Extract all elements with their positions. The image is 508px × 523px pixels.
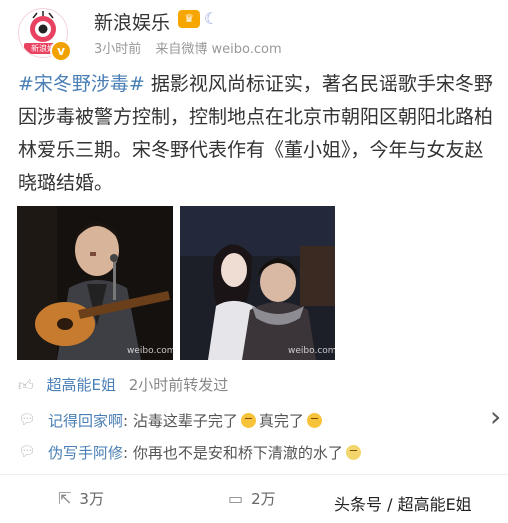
image-watermark-2: weibo.com (288, 346, 335, 356)
sad-emoji-icon (345, 445, 361, 460)
repost-row: 👍︎ 超高能E姐 2小时前转发过 (18, 374, 228, 395)
author-name[interactable]: 新浪娱乐 (94, 8, 170, 35)
post-time: 3小时前 (94, 42, 142, 57)
post-image-2[interactable]: weibo.com (180, 206, 335, 360)
toutiao-watermark: 头条号 / 超高能E姐 (334, 495, 472, 514)
comment-text: 沾毒这辈子完了 (132, 412, 238, 430)
comment-icon: ▭ (228, 489, 244, 508)
comment-bubble-icon: 💬︎ (18, 412, 36, 428)
comment-action[interactable]: ▭ 2万 (228, 488, 276, 509)
comment-bubble-icon: 💬︎ (18, 444, 36, 460)
singer-guitar-photo (17, 206, 173, 360)
comment-author[interactable]: 记得回家啊 (48, 412, 123, 430)
post-image-1[interactable]: weibo.com (17, 206, 173, 360)
share-icon: ⇱ (58, 489, 72, 508)
repost-count: 3万 (79, 490, 104, 508)
post-header: 新浪娱 v 新浪娱乐 ♛ ☾ 3小时前 来自微博 weibo.com (0, 0, 508, 66)
comment-count: 2万 (251, 490, 276, 508)
moon-badge-icon: ☾ (204, 9, 219, 28)
smile-emoji-icon (306, 413, 322, 428)
repost-user[interactable]: 超高能E姐 (46, 376, 115, 394)
post-source[interactable]: 来自微博 weibo.com (155, 42, 281, 57)
hashtag-link[interactable]: #宋冬野涉毒# (18, 73, 145, 95)
post-meta: 3小时前 来自微博 weibo.com (94, 38, 282, 57)
vip-crown-icon: ♛ (178, 10, 200, 28)
repost-icon: 👍︎ (18, 376, 34, 394)
verified-badge-icon: v (50, 40, 72, 62)
repost-action[interactable]: ⇱ 3万 (58, 488, 104, 509)
comment-tail: 真完了 (258, 412, 304, 430)
repost-time: 2小时前转发过 (128, 376, 229, 394)
comment-text: 你再也不是安和桥下清澈的水了 (132, 444, 343, 462)
image-watermark-1: weibo.com (127, 346, 173, 356)
comment-2: 伪写手阿修: 你再也不是安和桥下清澈的水了 (48, 442, 364, 463)
post-text: #宋冬野涉毒# 据影视风尚标证实，著名民谣歌手宋冬野因涉毒被警方控制，控制地点在… (18, 68, 498, 200)
footer-divider (0, 474, 508, 475)
comment-1: 记得回家啊: 沾毒这辈子完了 真完了 (48, 410, 325, 431)
couple-photo (180, 206, 335, 360)
comment-author[interactable]: 伪写手阿修 (48, 444, 123, 462)
smile-emoji-icon (240, 413, 256, 428)
chevron-right-icon[interactable]: › (490, 400, 501, 433)
